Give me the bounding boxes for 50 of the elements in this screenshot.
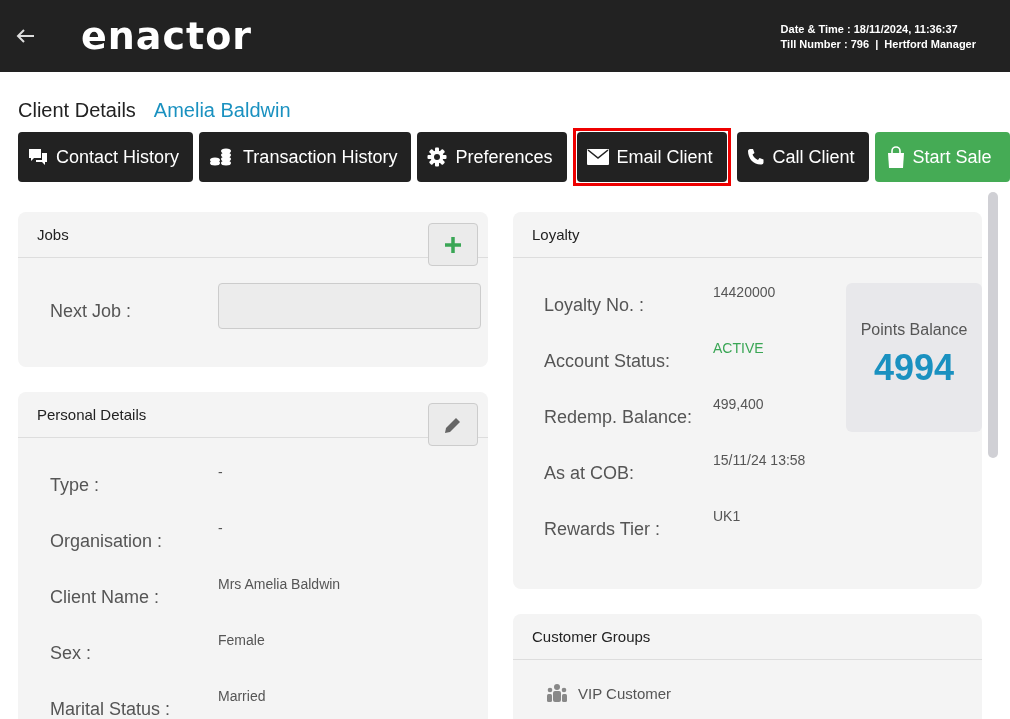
action-button[interactable]: Transaction History [199,132,412,182]
card-title: Loyalty [532,226,580,243]
add-button[interactable] [428,223,478,266]
field-label: Next Job : [50,300,133,322]
card-title: Personal Details [37,406,147,423]
action-button[interactable]: Contact History [18,132,194,182]
pencil-icon [444,415,462,434]
phone-icon [746,148,765,166]
field-label: Client Name : [50,586,161,609]
field-label: Sex : [50,642,93,665]
plus-icon [444,235,462,254]
field-value: - [218,464,223,482]
gear-icon [427,147,448,167]
field-value: 499,400 [713,396,764,414]
client-name: Amelia Baldwin [153,99,291,122]
till-info: Till Number : 796 | Hertford Manager [780,37,976,50]
field-value: Mrs Amelia Baldwin [218,576,341,594]
field-value: 14420000 [713,284,776,302]
chat-icon [28,148,48,166]
points-label: Points Balance [860,321,968,339]
mail-icon [586,149,609,165]
logo: enactor [81,14,252,58]
field-label: As at COB: [544,462,636,485]
scrollbar[interactable] [988,192,998,458]
page-title: Client Details [18,99,136,122]
points-value: 4994 [874,347,955,389]
shopping-bag-icon [886,146,905,168]
field-label: Organisation : [50,530,164,553]
people-icon [546,684,568,702]
field-label: Loyalty No. : [544,294,646,317]
card-title: Customer Groups [532,628,651,645]
field-value: 15/11/24 13:58 [713,452,806,470]
action-button[interactable]: Email Client [576,132,727,182]
field-label: Type : [50,474,101,497]
card-title: Jobs [37,226,69,243]
field-label: Redemp. Balance: [544,406,694,429]
field-label: Marital Status : [50,698,172,719]
edit-button[interactable] [428,403,478,446]
back-arrow-icon[interactable] [15,28,35,44]
field-value: UK1 [713,508,741,526]
field-value: Female [218,632,265,650]
field-value: - [218,520,223,538]
field-value: Married [218,688,266,706]
field-value: ACTIVE [713,340,764,358]
field-label: Rewards Tier : [544,518,662,541]
action-button[interactable]: Call Client [736,132,869,182]
date-time: Date & Time : 18/11/2024, 11:36:37 [780,22,959,35]
action-button[interactable]: Preferences [417,132,567,182]
field-label: Account Status: [544,350,672,373]
group-name: VIP Customer [578,684,672,702]
